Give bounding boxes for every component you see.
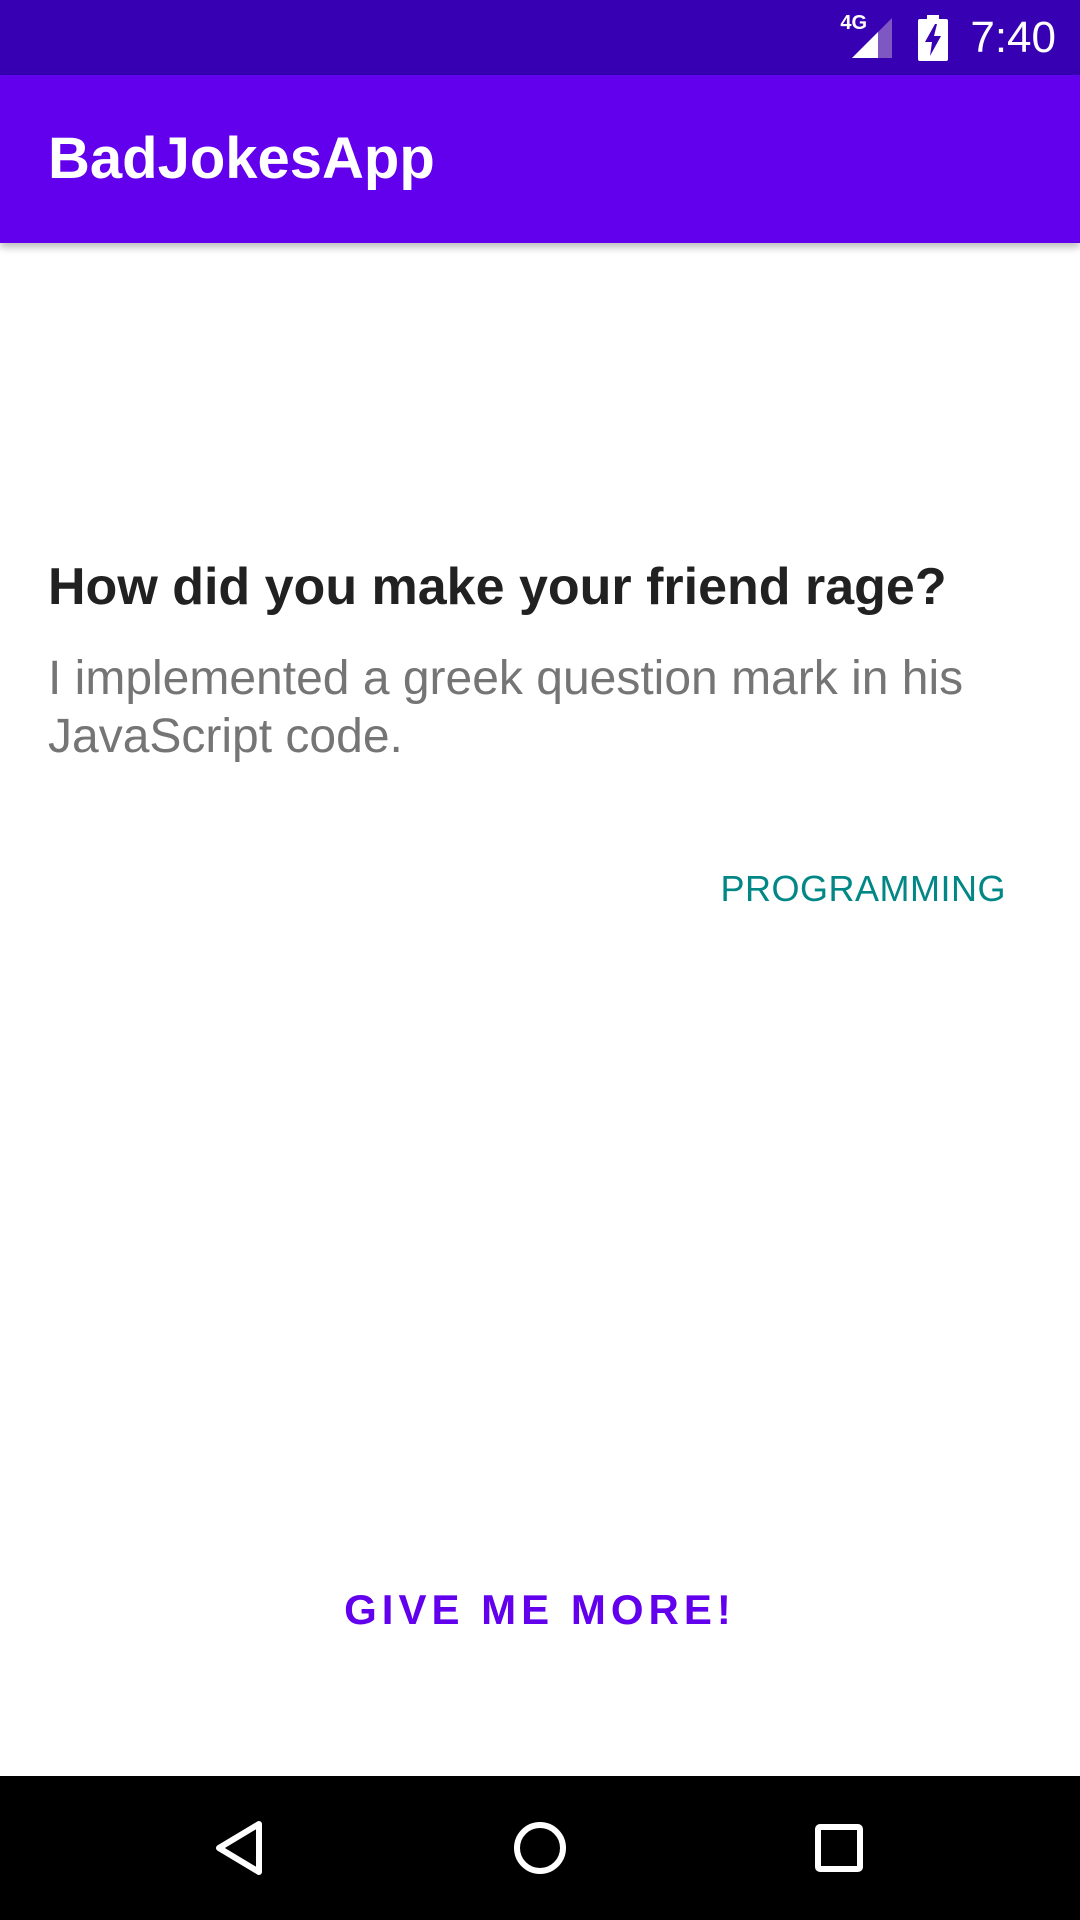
clock: 7:40 <box>970 12 1056 62</box>
joke-category: PROGRAMMING <box>720 868 1006 909</box>
give-me-more-button[interactable]: GIVE ME MORE! <box>0 1570 1080 1650</box>
signal-icon: 4G <box>840 12 896 60</box>
status-icons: 4G 7:40 <box>840 0 1056 75</box>
recents-icon <box>815 1824 863 1872</box>
joke-delivery: I implemented a greek question mark in h… <box>48 652 964 763</box>
home-icon <box>514 1822 566 1874</box>
home-button[interactable] <box>468 1776 612 1920</box>
recents-button[interactable] <box>767 1776 911 1920</box>
app-bar: BadJokesApp <box>0 75 1080 243</box>
screen: 4G 7:40 BadJokesApp How did you make you… <box>0 0 1080 1920</box>
back-button[interactable] <box>169 1776 313 1920</box>
joke-setup: How did you make your friend rage? <box>48 558 947 616</box>
app-title: BadJokesApp <box>48 126 435 191</box>
network-type-label: 4G <box>840 11 868 34</box>
battery-charging-icon <box>918 14 949 61</box>
status-bar: 4G 7:40 <box>0 0 1080 75</box>
navigation-bar <box>0 1776 1080 1920</box>
back-icon <box>216 1821 262 1875</box>
